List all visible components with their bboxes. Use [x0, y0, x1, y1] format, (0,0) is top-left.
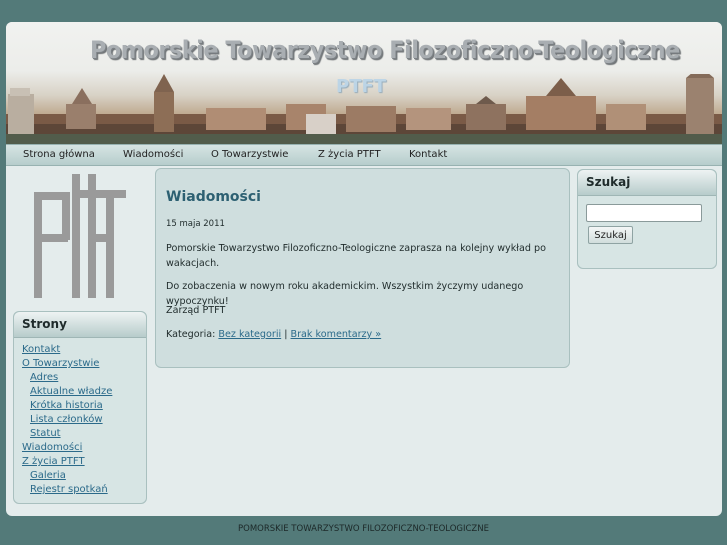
nav-news[interactable]: Wiadomości: [123, 149, 183, 160]
header-banner: Pomorskie Towarzystwo Filozoficzno-Teolo…: [6, 22, 722, 144]
sidebar-link-czlonkowie[interactable]: Lista członków: [30, 414, 103, 425]
category-link[interactable]: Bez kategorii: [218, 329, 281, 340]
ptft-logo: [34, 174, 126, 298]
post-paragraph: Pomorskie Towarzystwo Filozoficzno-Teolo…: [166, 243, 546, 269]
comments-link[interactable]: Brak komentarzy »: [291, 329, 382, 340]
post-signature: Zarząd PTFT: [166, 305, 226, 316]
page-container: Pomorskie Towarzystwo Filozoficzno-Teolo…: [6, 22, 722, 516]
sidebar-link-o-towarzystwie[interactable]: O Towarzystwie: [22, 358, 99, 369]
search-heading: Szukaj: [578, 170, 716, 196]
post-title: Wiadomości: [166, 189, 261, 205]
nav-life[interactable]: Z życia PTFT: [318, 149, 381, 160]
sidebar-link-rejestr[interactable]: Rejestr spotkań: [30, 484, 108, 495]
sidebar-link-adres[interactable]: Adres: [30, 372, 58, 383]
sidebar-link-wladze[interactable]: Aktualne władze: [30, 386, 112, 397]
category-label: Kategoria:: [166, 329, 216, 340]
sidebar-heading: Strony: [14, 312, 146, 338]
sidebar-link-historia[interactable]: Krótka historia: [30, 400, 103, 411]
footer-text: POMORSKIE TOWARZYSTWO FILOZOFICZNO-TEOLO…: [238, 524, 489, 534]
site-title: Pomorskie Towarzystwo Filozoficzno-Teolo…: [90, 36, 680, 64]
site-abbreviation: PTFT: [336, 76, 387, 97]
nav-contact[interactable]: Kontakt: [409, 149, 447, 160]
sidebar-link-statut[interactable]: Statut: [30, 428, 61, 439]
search-button[interactable]: Szukaj: [588, 226, 633, 244]
post-meta: Kategoria: Bez kategorii | Brak komentar…: [166, 327, 561, 342]
meta-separator: |: [284, 329, 288, 340]
sidebar-body: Kontakt O Towarzystwie Adres Aktualne wł…: [14, 338, 146, 503]
sidebar-pages-box: Strony Kontakt O Towarzystwie Adres Aktu…: [13, 311, 147, 504]
sidebar-link-galeria[interactable]: Galeria: [30, 470, 66, 481]
search-box: Szukaj Szukaj: [577, 169, 717, 269]
sidebar-link-kontakt[interactable]: Kontakt: [22, 344, 60, 355]
main-content: Wiadomości 15 maja 2011 Pomorskie Towarz…: [155, 168, 570, 368]
search-input[interactable]: [586, 204, 702, 222]
nav-about[interactable]: O Towarzystwie: [211, 149, 288, 160]
main-navigation: Strona główna Wiadomości O Towarzystwie …: [6, 144, 722, 166]
nav-home[interactable]: Strona główna: [23, 149, 95, 160]
sidebar-link-z-zycia[interactable]: Z życia PTFT: [22, 456, 85, 467]
post-date: 15 maja 2011: [166, 219, 225, 229]
sidebar-link-wiadomosci[interactable]: Wiadomości: [22, 442, 82, 453]
